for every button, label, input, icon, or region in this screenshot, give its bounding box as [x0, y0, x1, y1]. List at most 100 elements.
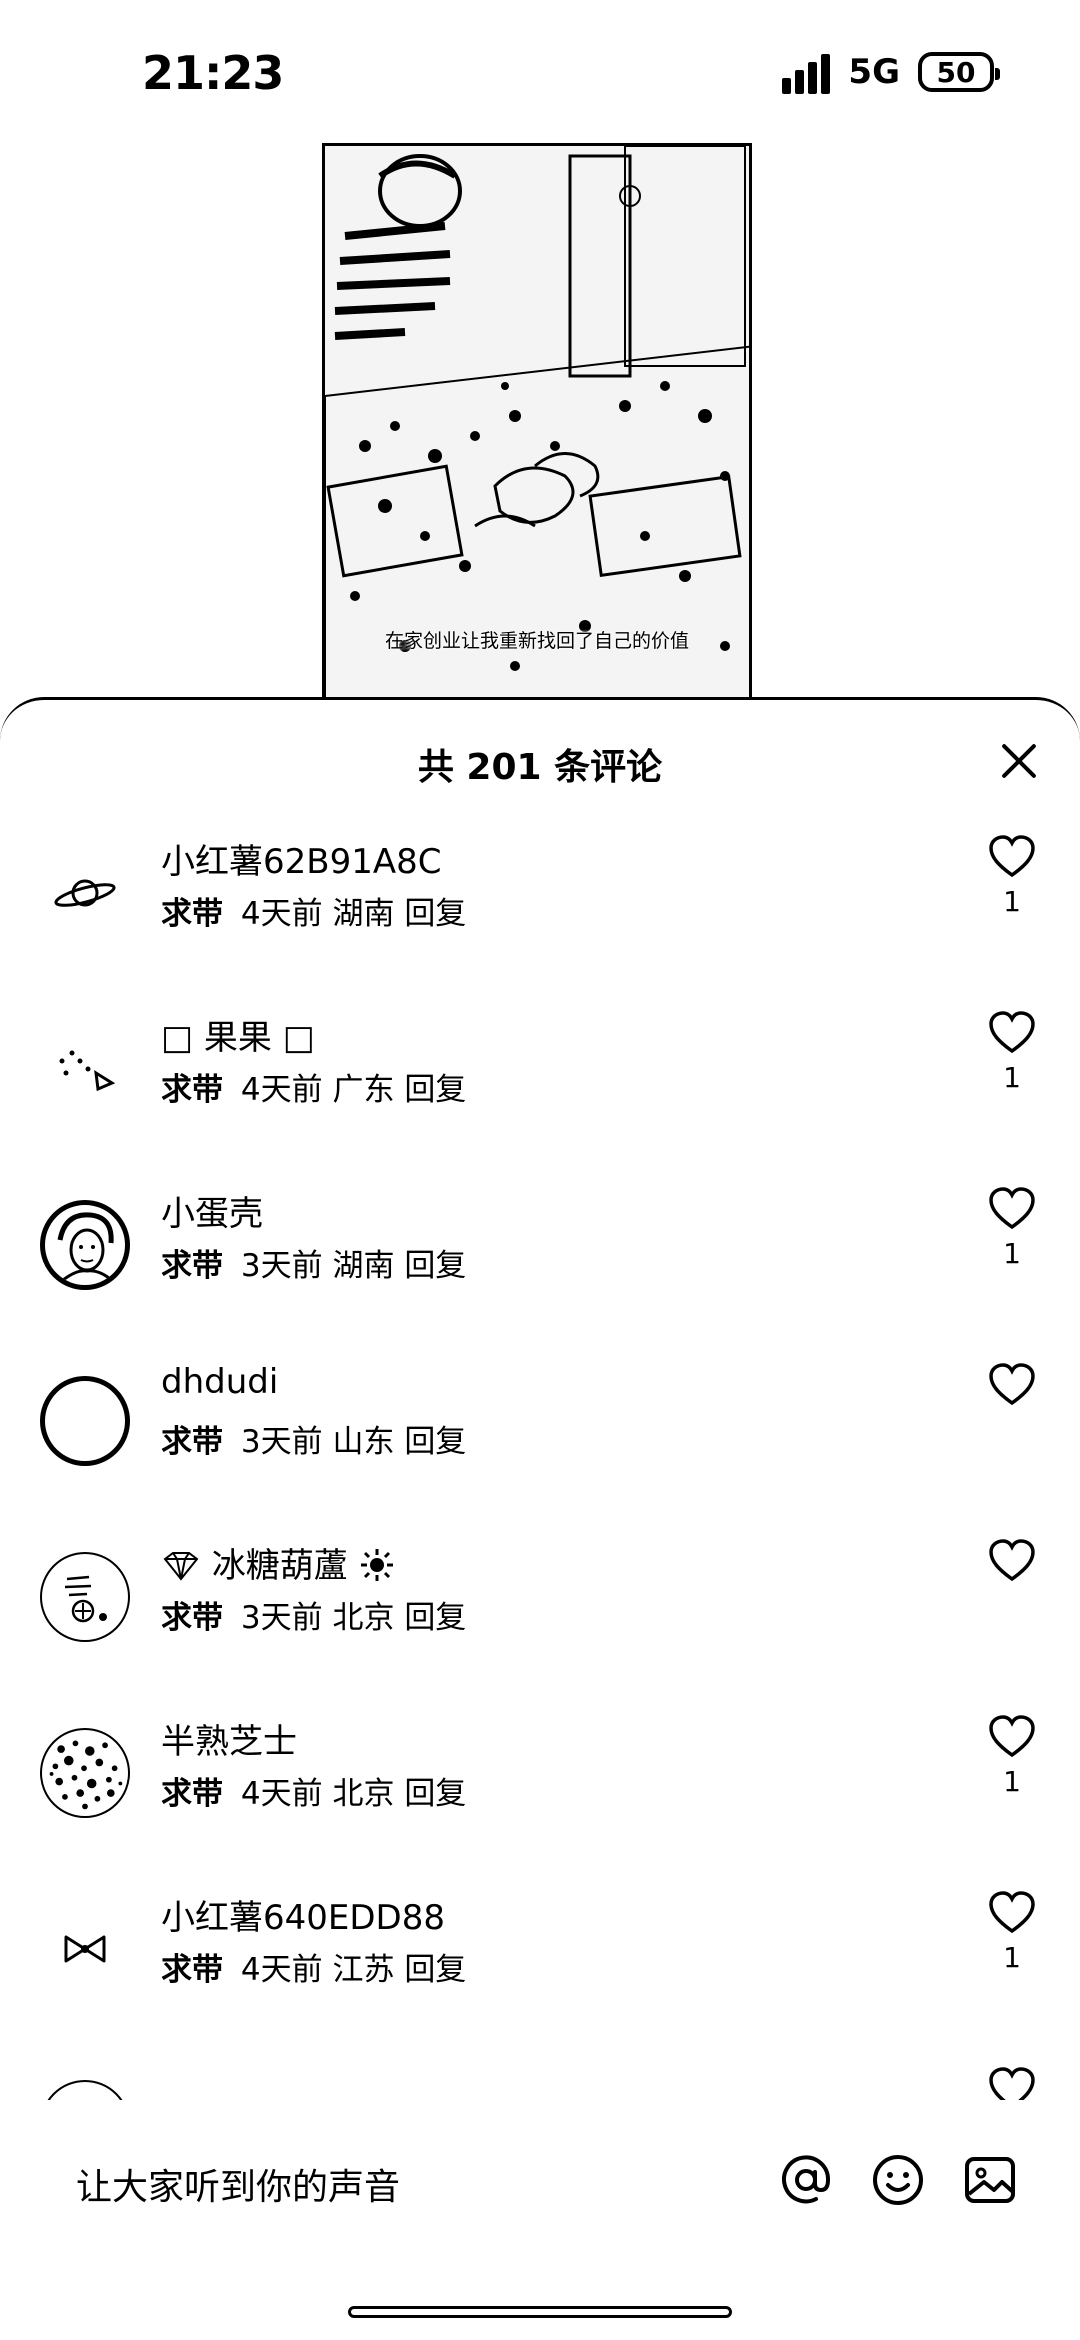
- close-icon[interactable]: [996, 738, 1042, 784]
- comment-username[interactable]: 冰糖葫蘆: [161, 1538, 395, 1587]
- comment-text: 求带: [161, 1072, 223, 1108]
- reply-button[interactable]: 回复: [404, 1248, 466, 1284]
- comment-text: 求带: [161, 1600, 223, 1636]
- comment-input-bar: 让大家听到你的声音: [0, 2100, 1080, 2270]
- heart-icon: [989, 835, 1035, 878]
- comment-item[interactable]: 小红薯640EDD88 求带 4天前 江苏 回复 1: [0, 1866, 1080, 2042]
- status-time: 21:23: [142, 46, 284, 100]
- comment-username[interactable]: 半熟芝士: [161, 1714, 297, 1763]
- comment-username[interactable]: 小红薯640EDD88: [161, 1890, 445, 1939]
- portrait-photo[interactable]: [40, 1200, 130, 1290]
- heart-icon: [989, 1539, 1035, 1582]
- like-button[interactable]: [984, 1539, 1040, 1621]
- comment-item[interactable]: 小蛋壳 求带 3天前 湖南 回复 1: [0, 1162, 1080, 1338]
- like-button[interactable]: [984, 1363, 1040, 1445]
- comment-time: 4天前: [240, 1952, 323, 1988]
- heart-icon: [989, 1011, 1035, 1054]
- reply-button[interactable]: 回复: [404, 1072, 466, 1108]
- comment-meta: 求带 4天前 广东 回复: [161, 1064, 466, 1109]
- like-count: [984, 1413, 1040, 1445]
- video-thumbnail[interactable]: 在家创业让我重新找回了自己的价值: [322, 143, 752, 703]
- comment-meta: 求带 3天前 北京 回复: [161, 1592, 466, 1637]
- comment-item[interactable]: dhdudi 求带 3天前 山东 回复: [0, 1338, 1080, 1514]
- bow-icon[interactable]: [40, 1904, 130, 1994]
- doodle-icon[interactable]: [40, 1024, 130, 1114]
- diamond-icon: [163, 1552, 199, 1581]
- comment-sheet: 共 201 条评论 小红薯62B91A8C 求带 4天前 湖南 回复 1 □ 果…: [0, 697, 1080, 2340]
- comment-count-title: 共 201 条评论: [417, 747, 663, 788]
- like-button[interactable]: 1: [984, 1891, 1040, 1974]
- comment-text: 求带: [161, 896, 223, 932]
- battery-icon: 50: [918, 52, 1000, 92]
- image-icon[interactable]: [962, 2152, 1018, 2208]
- comment-time: 4天前: [240, 1776, 323, 1812]
- signal-icon: [782, 50, 831, 94]
- heart-icon: [989, 1715, 1035, 1758]
- comment-username-text: 冰糖葫蘆: [211, 1546, 348, 1586]
- input-actions: [778, 2152, 1018, 2208]
- texture-photo[interactable]: [40, 1728, 130, 1818]
- reply-button[interactable]: 回复: [404, 1776, 466, 1812]
- comment-meta: 求带 4天前 湖南 回复: [161, 888, 466, 933]
- like-count: 1: [1003, 885, 1021, 918]
- comment-meta: 求带 4天前 北京 回复: [161, 1768, 466, 1813]
- comment-username[interactable]: dhdudi: [161, 1362, 278, 1402]
- reply-button[interactable]: 回复: [404, 896, 466, 932]
- comment-meta: 求带 3天前 山东 回复: [161, 1416, 466, 1461]
- comment-location: 湖南: [332, 896, 395, 932]
- comment-text: 求带: [161, 1248, 223, 1284]
- comment-time: 3天前: [240, 1248, 323, 1284]
- comment-item[interactable]: 冰糖葫蘆 求带 3天前 北京 回复: [0, 1514, 1080, 1690]
- comment-time: 4天前: [240, 896, 323, 932]
- comment-time: 3天前: [240, 1424, 323, 1460]
- comment-item[interactable]: □ 果果 □ 求带 4天前 广东 回复 1: [0, 986, 1080, 1162]
- comment-location: 湖南: [332, 1248, 395, 1284]
- comment-text: 求带: [161, 1952, 223, 1988]
- comment-meta: 求带 4天前 江苏 回复: [161, 1944, 466, 1989]
- comment-location: 北京: [332, 1600, 395, 1636]
- comment-text: 求带: [161, 1424, 223, 1460]
- reply-button[interactable]: 回复: [404, 1952, 466, 1988]
- like-count: 1: [1003, 1765, 1021, 1798]
- comment-location: 广东: [332, 1072, 395, 1108]
- comment-location: 江苏: [332, 1952, 395, 1988]
- status-bar: 21:23 5G 50: [0, 0, 1080, 140]
- empty-circle-avatar[interactable]: [40, 1376, 130, 1466]
- comment-time: 3天前: [240, 1600, 323, 1636]
- at-icon[interactable]: [778, 2152, 834, 2208]
- sunflower-icon: [360, 1549, 393, 1581]
- comment-username[interactable]: 小红薯62B91A8C: [161, 834, 441, 883]
- comment-list[interactable]: 小红薯62B91A8C 求带 4天前 湖南 回复 1 □ 果果 □ 求带 4天前…: [0, 810, 1080, 2113]
- comment-username[interactable]: □ 果果 □: [161, 1010, 315, 1059]
- planet-icon[interactable]: [40, 848, 130, 938]
- video-frame-illustration: [325, 146, 749, 700]
- video-subtitle: 在家创业让我重新找回了自己的价值: [384, 630, 689, 652]
- like-count: 1: [1003, 1237, 1021, 1270]
- comment-input[interactable]: 让大家听到你的声音: [76, 2158, 400, 2210]
- like-count: 1: [1003, 1941, 1021, 1974]
- comment-text: 求带: [161, 1776, 223, 1812]
- heart-icon: [989, 1891, 1035, 1934]
- comment-username[interactable]: 小蛋壳: [161, 1186, 263, 1235]
- smiley-icon[interactable]: [870, 2152, 926, 2208]
- comment-location: 山东: [332, 1424, 395, 1460]
- like-button[interactable]: 1: [984, 1715, 1040, 1798]
- status-icons: 5G 50: [782, 50, 1000, 94]
- like-button[interactable]: 1: [984, 1011, 1040, 1094]
- network-label: 5G: [848, 52, 900, 92]
- comment-time: 4天前: [240, 1072, 323, 1108]
- like-button[interactable]: 1: [984, 1187, 1040, 1270]
- home-indicator[interactable]: [348, 2306, 732, 2318]
- heart-icon: [989, 1363, 1035, 1406]
- comment-item[interactable]: 小红薯62B91A8C 求带 4天前 湖南 回复 1: [0, 810, 1080, 986]
- comment-meta: 求带 3天前 湖南 回复: [161, 1240, 466, 1285]
- like-button[interactable]: 1: [984, 835, 1040, 918]
- comment-item[interactable]: 半熟芝士 求带 4天前 北京 回复 1: [0, 1690, 1080, 1866]
- like-count: [984, 1589, 1040, 1621]
- comment-location: 北京: [332, 1776, 395, 1812]
- reply-button[interactable]: 回复: [404, 1600, 466, 1636]
- sticker-avatar[interactable]: [40, 1552, 130, 1642]
- like-count: 1: [1003, 1061, 1021, 1094]
- battery-level: 50: [936, 55, 976, 89]
- reply-button[interactable]: 回复: [404, 1424, 466, 1460]
